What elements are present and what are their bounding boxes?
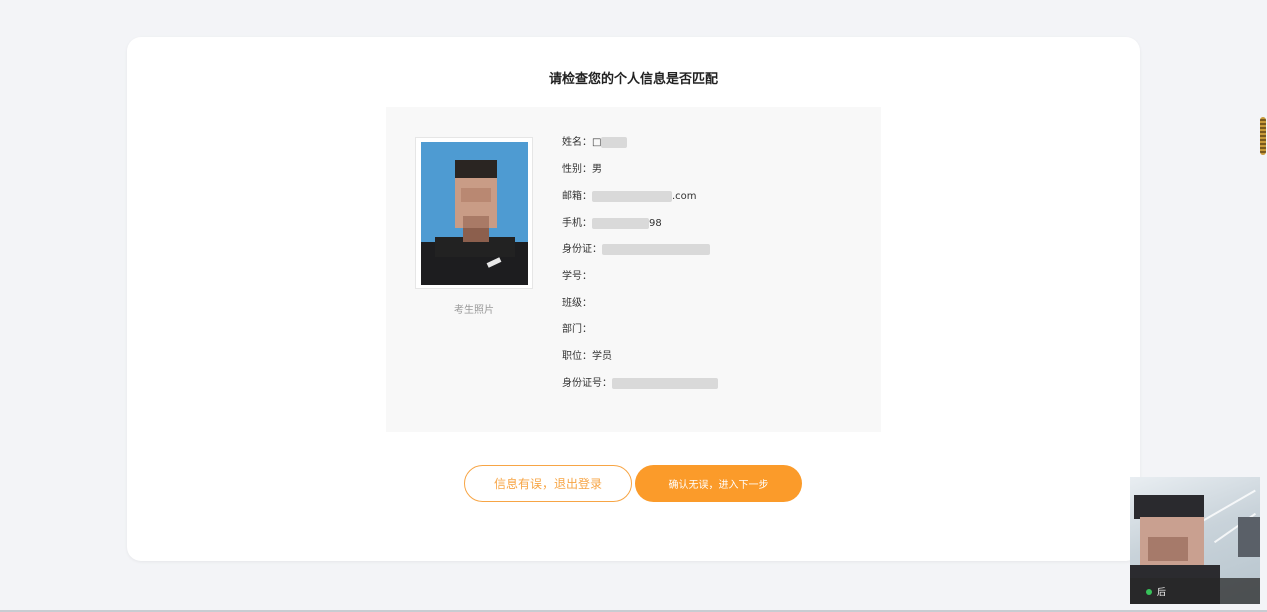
field-id-card-label: 身份证： <box>562 244 602 255</box>
field-position: 职位：学员 <box>562 350 612 364</box>
redacted-block <box>592 217 649 229</box>
camera-face-shade <box>1148 537 1188 561</box>
field-email-value: .com <box>672 191 697 202</box>
camera-face-hair <box>1134 495 1204 519</box>
field-student-no-label: 学号： <box>562 271 592 282</box>
field-id-number-label: 身份证号： <box>562 378 612 389</box>
field-position-label: 职位： <box>562 351 592 362</box>
field-phone-label: 手机： <box>562 218 592 229</box>
camera-status-bar: 后 <box>1130 578 1260 604</box>
field-gender: 性别：男 <box>562 163 602 177</box>
field-id-card: 身份证： <box>562 243 710 257</box>
info-error-logout-button[interactable]: 信息有误，退出登录 <box>464 465 632 502</box>
field-class: 班级： <box>562 297 592 311</box>
field-department-label: 部门： <box>562 324 592 335</box>
verification-card: 请检查您的个人信息是否匹配 考生照片 姓名：□ 性别：男 邮箱： .com 手机… <box>127 37 1140 561</box>
field-phone: 手机： 98 <box>562 217 662 231</box>
field-gender-label: 性别： <box>562 164 592 175</box>
info-panel: 考生照片 姓名：□ 性别：男 邮箱： .com 手机： 98 身份证： 学号： 班级… <box>386 107 881 432</box>
field-id-number: 身份证号： <box>562 377 718 391</box>
field-position-value: 学员 <box>592 351 612 362</box>
field-phone-value: 98 <box>649 218 662 229</box>
field-class-label: 班级： <box>562 298 592 309</box>
redacted-block <box>602 243 710 255</box>
field-name-label: 姓名： <box>562 137 592 148</box>
field-department: 部门： <box>562 323 592 337</box>
field-name-value: □ <box>592 137 602 148</box>
redacted-block <box>612 377 718 389</box>
camera-label: 后 <box>1157 588 1167 598</box>
candidate-photo <box>421 142 528 285</box>
camera-status-dot <box>1146 589 1152 595</box>
photo-caption: 考生照片 <box>454 305 494 316</box>
field-email: 邮箱： .com <box>562 190 697 204</box>
photo-frame <box>415 137 533 289</box>
field-email-label: 邮箱： <box>562 191 592 202</box>
redacted-block <box>601 136 628 148</box>
confirm-next-button[interactable]: 确认无误，进入下一步 <box>635 465 802 502</box>
camera-preview[interactable]: 后 <box>1130 477 1260 604</box>
page-title: 请检查您的个人信息是否匹配 <box>548 72 718 87</box>
redacted-block <box>592 190 672 202</box>
field-gender-value: 男 <box>592 164 602 175</box>
camera-bg-object <box>1238 517 1260 557</box>
field-name: 姓名：□ <box>562 136 628 150</box>
scroll-handle[interactable] <box>1260 117 1266 155</box>
field-student-no: 学号： <box>562 270 592 284</box>
